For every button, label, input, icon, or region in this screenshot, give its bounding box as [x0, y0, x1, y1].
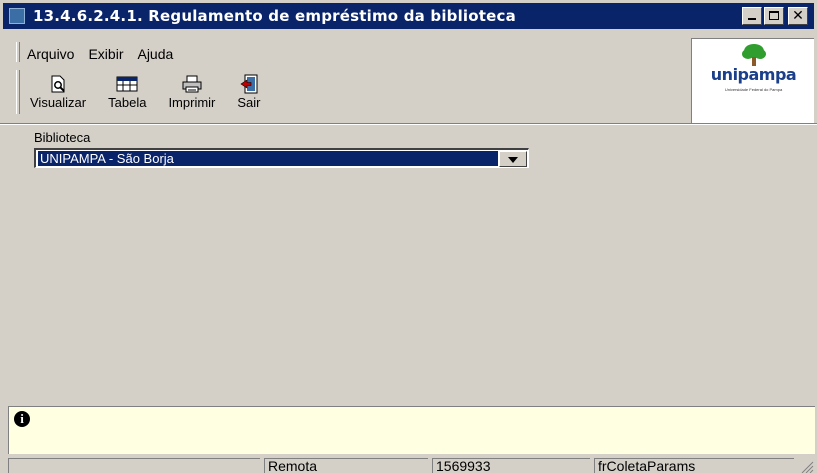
info-panel: i — [8, 406, 815, 454]
chevron-down-icon — [508, 157, 518, 163]
status-cell-mode: Remota — [264, 458, 428, 473]
menubar-grip[interactable] — [16, 42, 20, 62]
window-title: 13.4.6.2.4.1. Regulamento de empréstimo … — [33, 7, 516, 25]
visualizar-button[interactable]: Visualizar — [30, 74, 86, 110]
app-window: 13.4.6.2.4.1. Regulamento de empréstimo … — [0, 0, 817, 473]
maximize-button[interactable] — [764, 7, 784, 25]
status-cell-id: 1569933 — [432, 458, 590, 473]
tabela-button[interactable]: Tabela — [108, 74, 146, 110]
status-bar: Remota 1569933 frColetaParams — [0, 456, 817, 473]
tree-icon — [742, 44, 766, 66]
menu-ajuda[interactable]: Ajuda — [137, 46, 173, 62]
window-controls: ✕ — [742, 7, 808, 25]
title-bar[interactable]: 13.4.6.2.4.1. Regulamento de empréstimo … — [3, 3, 814, 29]
sair-button[interactable]: Sair — [237, 74, 261, 110]
imprimir-button[interactable]: Imprimir — [168, 74, 215, 110]
biblioteca-label: Biblioteca — [34, 130, 91, 145]
app-icon[interactable] — [9, 8, 25, 24]
table-icon — [116, 74, 138, 94]
biblioteca-selected-value[interactable]: UNIPAMPA - São Borja — [37, 150, 499, 167]
info-icon: i — [14, 411, 30, 427]
sair-label: Sair — [237, 95, 261, 110]
menu-arquivo[interactable]: Arquivo — [27, 46, 74, 62]
printer-icon — [181, 74, 203, 94]
toolbar-divider — [0, 123, 817, 125]
menu-bar: Arquivo Exibir Ajuda — [27, 44, 173, 64]
close-icon: ✕ — [792, 8, 804, 24]
exit-icon — [240, 74, 258, 94]
close-button[interactable]: ✕ — [788, 7, 808, 25]
menu-exibir[interactable]: Exibir — [88, 46, 123, 62]
unipampa-logo: unipampa Universidade Federal do Pampa — [691, 38, 814, 123]
minimize-button[interactable] — [742, 7, 762, 25]
status-cell-empty — [8, 458, 260, 473]
minimize-icon — [748, 18, 756, 20]
status-cell-form: frColetaParams — [594, 458, 794, 473]
logo-subtitle: Universidade Federal do Pampa — [724, 87, 783, 92]
toolbar-grip[interactable] — [16, 70, 20, 114]
biblioteca-dropdown-button[interactable] — [499, 151, 527, 167]
resize-grip-icon[interactable] — [798, 459, 814, 473]
visualizar-label: Visualizar — [30, 95, 87, 110]
biblioteca-select[interactable]: UNIPAMPA - São Borja — [34, 148, 529, 168]
imprimir-label: Imprimir — [168, 95, 216, 110]
maximize-icon — [769, 11, 779, 20]
tabela-label: Tabela — [108, 95, 147, 110]
logo-wordmark: unipampa — [710, 65, 797, 84]
toolbar: Visualizar Tabela Imprimir Sair — [30, 74, 283, 110]
preview-icon — [48, 74, 68, 94]
